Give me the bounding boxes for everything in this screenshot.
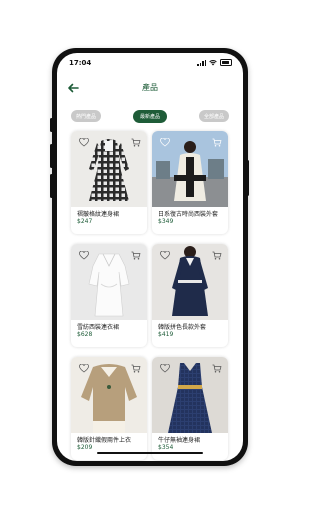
tab-newest[interactable]: 最新產品 [133, 110, 167, 123]
cart-icon[interactable] [131, 364, 141, 373]
heart-icon[interactable] [160, 138, 170, 147]
nav-bar: 產品 [57, 79, 243, 97]
product-price: $354 [158, 444, 174, 451]
status-icons [197, 59, 232, 66]
battery-icon [220, 59, 232, 66]
product-name: 褶皺格紋連身裙 [77, 211, 120, 218]
tab-all[interactable]: 全部產品 [199, 110, 229, 122]
product-name: 牛仔無袖連身裙 [158, 437, 201, 444]
tab-popular[interactable]: 熱門產品 [71, 110, 101, 122]
heart-icon[interactable] [160, 251, 170, 260]
status-time: 17:04 [69, 59, 92, 67]
heart-icon[interactable] [160, 364, 170, 373]
heart-icon[interactable] [79, 364, 89, 373]
signal-icon [197, 59, 206, 66]
home-indicator[interactable] [97, 451, 203, 454]
cart-icon[interactable] [212, 364, 222, 373]
cart-icon[interactable] [131, 138, 141, 147]
cart-icon[interactable] [131, 251, 141, 260]
product-name: 日系復古時尚西裝外套 [158, 211, 219, 218]
product-grid: 褶皺格紋連身裙 $247 日系復古時尚西裝外套 $349 雪紡西裝連衣裙 $62… [71, 131, 231, 460]
wifi-icon [209, 59, 217, 65]
cart-icon[interactable] [212, 138, 222, 147]
product-name: 韓版針織假兩件上衣 [77, 437, 132, 444]
product-price: $349 [158, 218, 174, 225]
product-price: $419 [158, 331, 174, 338]
app-screen: 17:04 產品 熱門產品 最新產品 全部產品 褶皺格紋連身裙 $247 日系復… [57, 53, 243, 461]
status-bar: 17:04 [57, 53, 243, 71]
product-card[interactable]: 褶皺格紋連身裙 $247 [71, 131, 147, 234]
product-name: 雪紡西裝連衣裙 [77, 324, 120, 331]
product-price: $247 [77, 218, 93, 225]
volume-down-button [50, 174, 53, 198]
category-tabs: 熱門產品 最新產品 全部產品 [57, 110, 243, 123]
heart-icon[interactable] [79, 138, 89, 147]
product-card[interactable]: 雪紡西裝連衣裙 $628 [71, 244, 147, 347]
product-card[interactable]: 日系復古時尚西裝外套 $349 [152, 131, 228, 234]
volume-up-button [50, 144, 53, 168]
power-button [246, 160, 249, 196]
product-card[interactable]: 韓版拼色長款外套 $419 [152, 244, 228, 347]
product-price: $209 [77, 444, 93, 451]
product-card[interactable]: 牛仔無袖連身裙 $354 [152, 357, 228, 460]
product-card[interactable]: 韓版針織假兩件上衣 $209 [71, 357, 147, 460]
phone-frame: 17:04 產品 熱門產品 最新產品 全部產品 褶皺格紋連身裙 $247 日系復… [52, 48, 248, 466]
page-title: 產品 [142, 83, 158, 92]
heart-icon[interactable] [79, 251, 89, 260]
product-name: 韓版拼色長款外套 [158, 324, 207, 331]
cart-icon[interactable] [212, 251, 222, 260]
silent-switch [50, 118, 53, 132]
product-price: $628 [77, 331, 93, 338]
